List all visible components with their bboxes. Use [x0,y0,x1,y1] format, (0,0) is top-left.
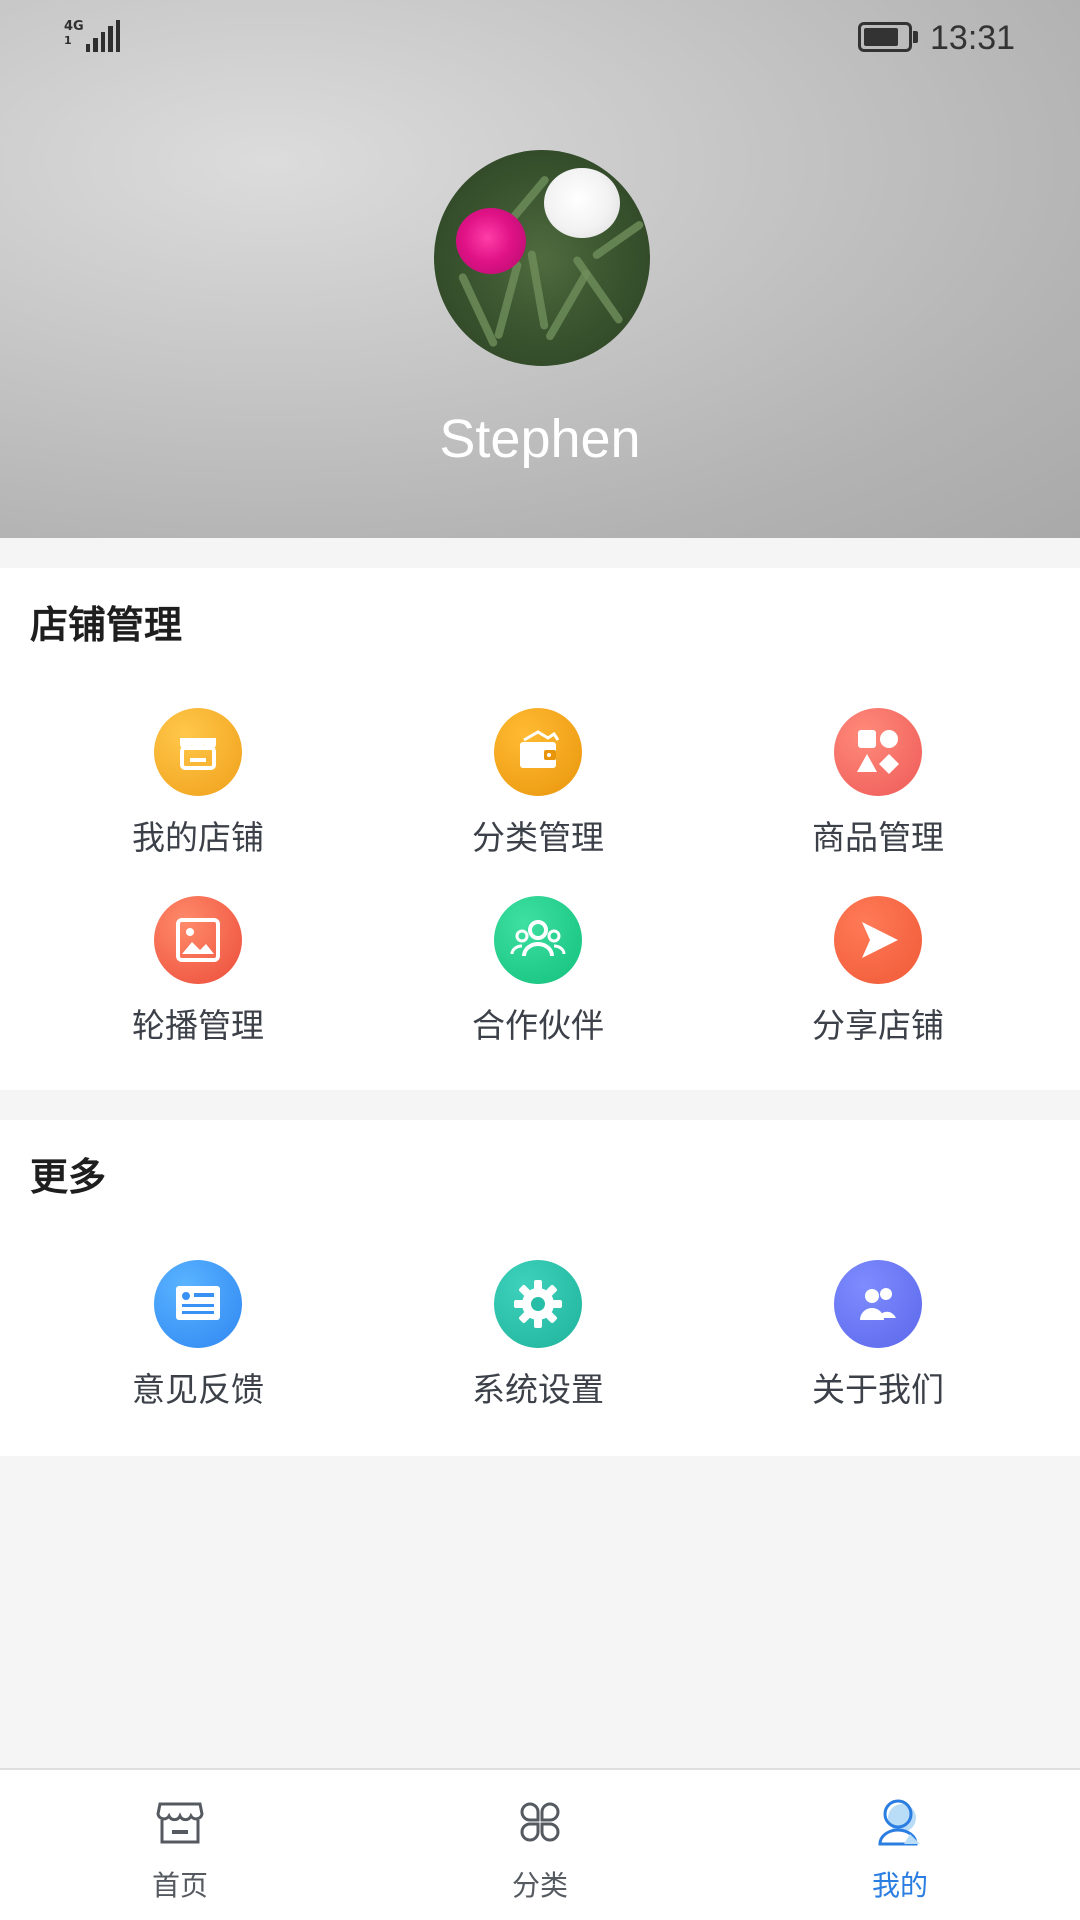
network-type: 4G [64,19,84,34]
profile-header: 4G 1 13:31 Stephen [0,0,1080,538]
tab-profile-label: 我的 [871,1869,928,1902]
status-time: 13:31 [930,19,1016,57]
bottom-tab-bar: 首页 分类 我的 [0,1768,1080,1920]
store-management-card: 店铺管理 我的店铺 分类管理 商品管理 轮播管理 合作伙伴 分享店铺 [0,568,1080,1090]
tab-profile[interactable]: 我的 [720,1770,1080,1920]
feedback-label: 意见反馈 [132,1370,264,1409]
category-management-label: 分类管理 [472,818,604,857]
share-store-label: 分享店铺 [812,1006,944,1045]
system-settings-button[interactable]: 系统设置 [438,1260,638,1420]
share-store-button[interactable]: 分享店铺 [778,896,978,1056]
section-title: 更多 [30,1155,107,1199]
system-settings-label: 系统设置 [472,1370,604,1409]
about-us-button[interactable]: 关于我们 [778,1260,978,1420]
share-icon [834,896,922,984]
category-icon [520,1802,560,1842]
feedback-button[interactable]: 意见反馈 [98,1260,298,1420]
wallet-icon [494,708,582,796]
product-management-label: 商品管理 [812,818,944,857]
settings-gear-icon [494,1260,582,1348]
tab-home-label: 首页 [151,1869,208,1902]
tab-category-label: 分类 [511,1869,568,1902]
category-management-button[interactable]: 分类管理 [438,708,638,868]
battery-icon [858,22,918,52]
my-store-label: 我的店铺 [132,818,264,857]
home-store-icon [156,1802,204,1844]
profile-screen: 4G 1 13:31 Stephen 店铺管理 我的店铺 分类管理 商品管理 轮… [0,0,1080,1920]
tab-home[interactable]: 首页 [0,1770,360,1920]
carousel-management-label: 轮播管理 [132,1006,264,1045]
partners-button[interactable]: 合作伙伴 [438,896,638,1056]
profile-icon [878,1799,920,1846]
about-us-icon [834,1260,922,1348]
image-icon [154,896,242,984]
about-us-label: 关于我们 [812,1370,944,1409]
product-management-button[interactable]: 商品管理 [778,708,978,868]
carousel-management-button[interactable]: 轮播管理 [98,896,298,1056]
network-subtype: 1 [64,34,72,47]
signal-icon: 4G 1 [64,19,121,54]
partners-icon [494,896,582,984]
partners-label: 合作伙伴 [472,1006,604,1045]
section-title: 店铺管理 [30,603,183,647]
username: Stephen [439,409,641,469]
shapes-icon [834,708,922,796]
store-icon [154,708,242,796]
tab-category[interactable]: 分类 [360,1770,720,1920]
feedback-icon [154,1260,242,1348]
avatar[interactable] [434,150,650,366]
my-store-button[interactable]: 我的店铺 [98,708,298,868]
status-bar: 4G 1 13:31 [0,0,1080,80]
more-card: 更多 意见反馈 系统设置 关于我们 [0,1120,1080,1456]
